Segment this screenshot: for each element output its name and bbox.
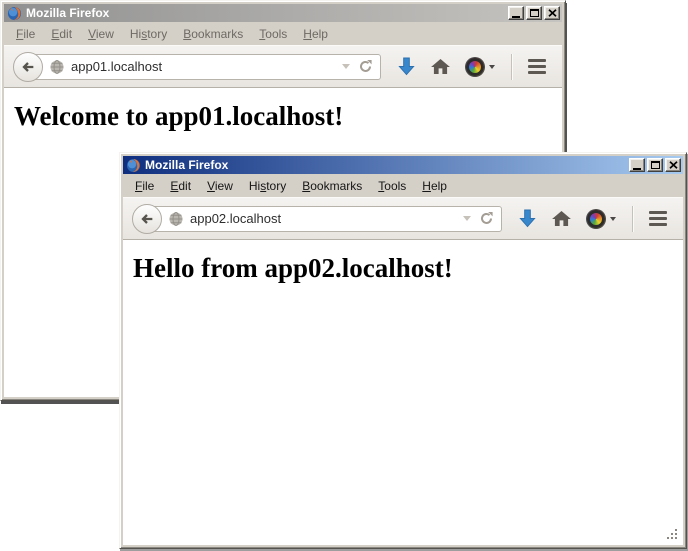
page-heading: Welcome to app01.localhost! (14, 101, 562, 132)
toolbar-separator (632, 206, 633, 232)
menu-item-tools[interactable]: Tools (251, 24, 295, 44)
home-icon (431, 59, 450, 75)
color-wheel-icon (466, 58, 484, 76)
page-content: Hello from app02.localhost! (123, 240, 683, 545)
menu-item-edit[interactable]: Edit (43, 24, 80, 44)
reload-icon[interactable] (479, 211, 494, 226)
window-controls (629, 158, 681, 172)
menu-item-tools[interactable]: Tools (370, 176, 414, 196)
color-wheel-icon (587, 210, 605, 228)
addon-button[interactable] (466, 58, 495, 76)
back-arrow-icon (20, 58, 36, 76)
chevron-down-icon[interactable] (342, 64, 350, 69)
titlebar[interactable]: Mozilla Firefox (4, 4, 562, 22)
titlebar[interactable]: Mozilla Firefox (123, 156, 683, 174)
page-heading: Hello from app02.localhost! (133, 253, 683, 284)
menu-button[interactable] (528, 59, 546, 74)
menu-button[interactable] (649, 211, 667, 226)
maximize-button[interactable] (647, 158, 663, 172)
maximize-icon (651, 161, 660, 169)
url-bar[interactable]: app01.localhost (28, 54, 381, 80)
navigation-toolbar: app02.localhost (123, 197, 683, 240)
navigation-toolbar: app01.localhost (4, 45, 562, 88)
close-icon (548, 9, 557, 17)
browser-window-app02: Mozilla Firefox File Edit View History B… (119, 152, 687, 549)
minimize-button[interactable] (629, 158, 645, 172)
minimize-button[interactable] (508, 6, 524, 20)
close-button[interactable] (544, 6, 560, 20)
home-button[interactable] (431, 59, 450, 75)
back-arrow-icon (139, 210, 155, 228)
url-input[interactable]: app01.localhost (71, 59, 336, 74)
close-button[interactable] (665, 158, 681, 172)
menu-bar: File Edit View History Bookmarks Tools H… (4, 22, 562, 45)
download-arrow-icon (398, 57, 415, 76)
reload-icon[interactable] (358, 59, 373, 74)
download-arrow-icon (519, 209, 536, 228)
resize-grip[interactable] (667, 529, 680, 542)
firefox-icon (7, 6, 22, 21)
download-button[interactable] (398, 57, 415, 76)
menu-item-view[interactable]: View (80, 24, 122, 44)
window-controls (508, 6, 560, 20)
menu-bar: File Edit View History Bookmarks Tools H… (123, 174, 683, 197)
maximize-icon (530, 9, 539, 17)
back-button[interactable] (132, 204, 162, 234)
toolbar-buttons (519, 206, 667, 232)
menu-item-help[interactable]: Help (295, 24, 336, 44)
url-input[interactable]: app02.localhost (190, 211, 457, 226)
firefox-icon (126, 158, 141, 173)
addon-button[interactable] (587, 210, 616, 228)
globe-icon[interactable] (168, 211, 184, 227)
menu-item-history[interactable]: History (241, 176, 294, 196)
menu-item-file[interactable]: File (127, 176, 162, 196)
hamburger-menu-icon (649, 211, 667, 214)
globe-icon[interactable] (49, 59, 65, 75)
home-button[interactable] (552, 211, 571, 227)
home-icon (552, 211, 571, 227)
menu-item-bookmarks[interactable]: Bookmarks (294, 176, 370, 196)
chevron-down-icon (489, 65, 495, 69)
menu-item-file[interactable]: File (8, 24, 43, 44)
menu-item-view[interactable]: View (199, 176, 241, 196)
minimize-icon (633, 168, 641, 170)
minimize-icon (512, 16, 520, 18)
menu-item-history[interactable]: History (122, 24, 175, 44)
menu-item-bookmarks[interactable]: Bookmarks (175, 24, 251, 44)
toolbar-separator (511, 54, 512, 80)
download-button[interactable] (519, 209, 536, 228)
menu-item-edit[interactable]: Edit (162, 176, 199, 196)
toolbar-buttons (398, 54, 546, 80)
close-icon (669, 161, 678, 169)
url-bar[interactable]: app02.localhost (147, 206, 502, 232)
menu-item-help[interactable]: Help (414, 176, 455, 196)
chevron-down-icon (610, 217, 616, 221)
chevron-down-icon[interactable] (463, 216, 471, 221)
window-title: Mozilla Firefox (26, 6, 508, 20)
back-button[interactable] (13, 52, 43, 82)
maximize-button[interactable] (526, 6, 542, 20)
window-title: Mozilla Firefox (145, 158, 629, 172)
hamburger-menu-icon (528, 59, 546, 62)
